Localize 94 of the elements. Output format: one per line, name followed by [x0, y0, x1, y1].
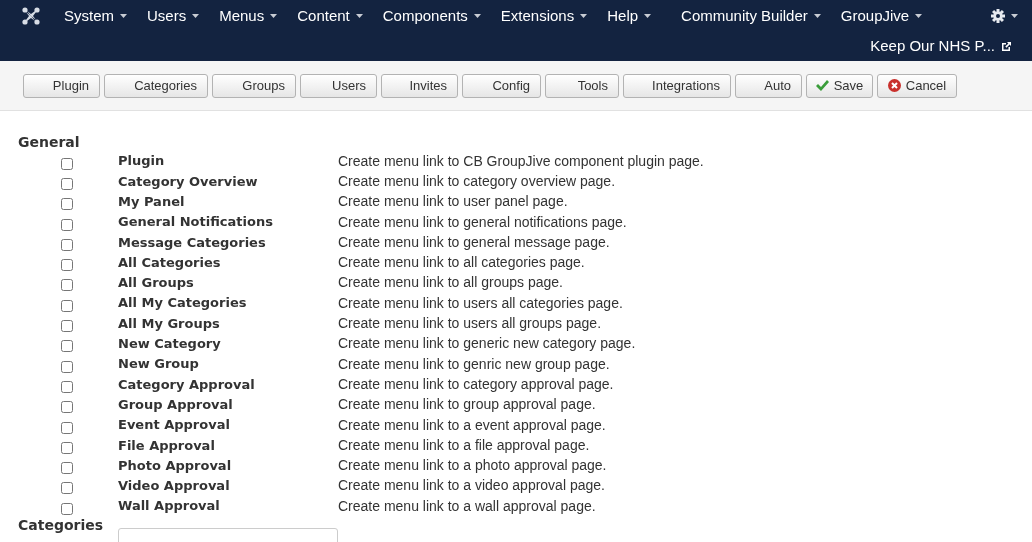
checkbox[interactable] — [61, 157, 73, 170]
logo-icon[interactable] — [22, 7, 40, 25]
toolbar-button[interactable]: Categories — [104, 73, 208, 98]
checkbox[interactable] — [61, 340, 73, 353]
menu-item[interactable]: Community Builder — [671, 4, 831, 28]
option-description: Create menu link to general notifications page. — [338, 212, 627, 232]
option-description: Create menu link to category overview page. — [338, 171, 616, 191]
option-label: Category Approval — [118, 375, 256, 394]
checkbox[interactable] — [61, 299, 73, 312]
option-description: Create menu link to a wall approval page. — [338, 496, 596, 516]
caret-icon — [270, 14, 278, 18]
checkbox[interactable] — [61, 380, 73, 393]
menu-item[interactable]: GroupJive — [830, 4, 933, 28]
option-description: Create menu link to CB GroupJive component plugin page. — [338, 151, 704, 171]
checkbox[interactable] — [61, 259, 73, 272]
gear-icon — [991, 9, 1005, 23]
option-label: All Groups — [118, 274, 195, 293]
option-label: Wall Approval — [118, 497, 221, 516]
section-heading: General — [18, 133, 81, 151]
option-description: Create menu link to a video approval page. — [338, 476, 605, 496]
external-link-icon — [1001, 41, 1012, 52]
checkbox[interactable] — [61, 482, 73, 495]
option-label: Event Approval — [118, 416, 231, 435]
caret-icon — [192, 14, 200, 18]
checkbox[interactable] — [61, 218, 73, 231]
cancel-icon — [887, 79, 901, 92]
checkbox[interactable] — [61, 441, 73, 454]
checkbox[interactable] — [61, 502, 73, 515]
option-label: All My Categories — [118, 294, 248, 313]
checkbox[interactable] — [61, 177, 73, 190]
option-description: Create menu link to general message page. — [338, 232, 610, 252]
option-description: Create menu link to a file approval page. — [338, 435, 590, 455]
checkbox[interactable] — [61, 279, 73, 292]
option-description: Create menu link to a photo approval page. — [338, 456, 607, 476]
option-label: General Notifications — [118, 213, 274, 232]
option-label: My Panel — [118, 193, 186, 211]
option-description: Create menu link to a event approval page. — [338, 415, 606, 435]
toolbar-button[interactable]: Auto — [735, 73, 802, 98]
checkbox[interactable] — [61, 421, 73, 434]
toolbar-button[interactable]: Invites — [381, 73, 458, 98]
option-label: Photo Approval — [118, 456, 233, 475]
caret-icon — [1011, 14, 1018, 18]
option-description: Create menu link to generic new category page. — [338, 334, 636, 354]
save-button[interactable]: Save — [806, 73, 873, 98]
caret-icon — [473, 14, 481, 18]
option-description: Create menu link to group approval page. — [338, 395, 596, 415]
checkmark-icon — [815, 80, 829, 91]
toolbar-button[interactable]: Plugin — [23, 73, 100, 98]
settings-menu[interactable] — [991, 9, 1018, 23]
option-description: Create menu link to users all categories page. — [338, 293, 623, 313]
toolbar-button[interactable]: Users — [300, 73, 377, 98]
option-label: New Group — [118, 355, 200, 374]
checkbox[interactable] — [61, 320, 73, 332]
toolbar-button[interactable]: Tools — [545, 73, 619, 98]
toolbar-button[interactable]: Config — [462, 73, 541, 98]
site-link[interactable]: Keep Our NHS P... — [870, 35, 1012, 58]
option-label: Category Overview — [118, 172, 259, 191]
toolbar-button[interactable]: Groups — [212, 73, 296, 98]
caret-icon — [915, 14, 923, 18]
toolbar-button[interactable]: Integrations — [623, 73, 731, 98]
option-label: File Approval — [118, 436, 216, 455]
menu-item[interactable]: Extensions — [490, 4, 598, 28]
option-label: All My Groups — [118, 314, 221, 333]
checkbox[interactable] — [61, 238, 73, 251]
option-description: Create menu link to category approval page. — [338, 374, 614, 394]
checkbox[interactable] — [61, 462, 73, 475]
menu-item[interactable]: Users — [137, 4, 210, 28]
option-label: Group Approval — [118, 395, 234, 414]
section-heading: Categories — [18, 516, 105, 535]
menu-item[interactable]: Content — [287, 4, 373, 28]
caret-icon — [355, 14, 363, 18]
option-label: Video Approval — [118, 477, 231, 496]
option-label: Plugin — [118, 152, 166, 171]
checkbox[interactable] — [61, 198, 73, 211]
caret-icon — [644, 14, 652, 18]
option-description: Create menu link to all groups page. — [338, 273, 563, 293]
option-description: Create menu link to user panel page. — [338, 192, 568, 212]
select-field[interactable] — [118, 528, 338, 542]
option-description: Create menu link to users all groups page. — [338, 314, 602, 334]
checkbox[interactable] — [61, 360, 73, 373]
option-description: Create menu link to all categories page. — [338, 253, 585, 273]
checkbox[interactable] — [61, 401, 73, 414]
menu-item[interactable]: Components — [372, 4, 491, 28]
menu-item[interactable]: System — [54, 4, 137, 28]
caret-icon — [813, 14, 821, 18]
option-label: Message Categories — [118, 233, 267, 252]
menu-item[interactable]: Menus — [209, 4, 288, 28]
menu-item[interactable]: Help — [597, 4, 662, 28]
cancel-button[interactable]: Cancel — [877, 73, 957, 98]
caret-icon — [580, 14, 588, 18]
option-description: Create menu link to genric new group page. — [338, 354, 610, 374]
option-label: All Categories — [118, 253, 222, 272]
caret-icon — [120, 14, 127, 18]
option-label: New Category — [118, 335, 222, 354]
